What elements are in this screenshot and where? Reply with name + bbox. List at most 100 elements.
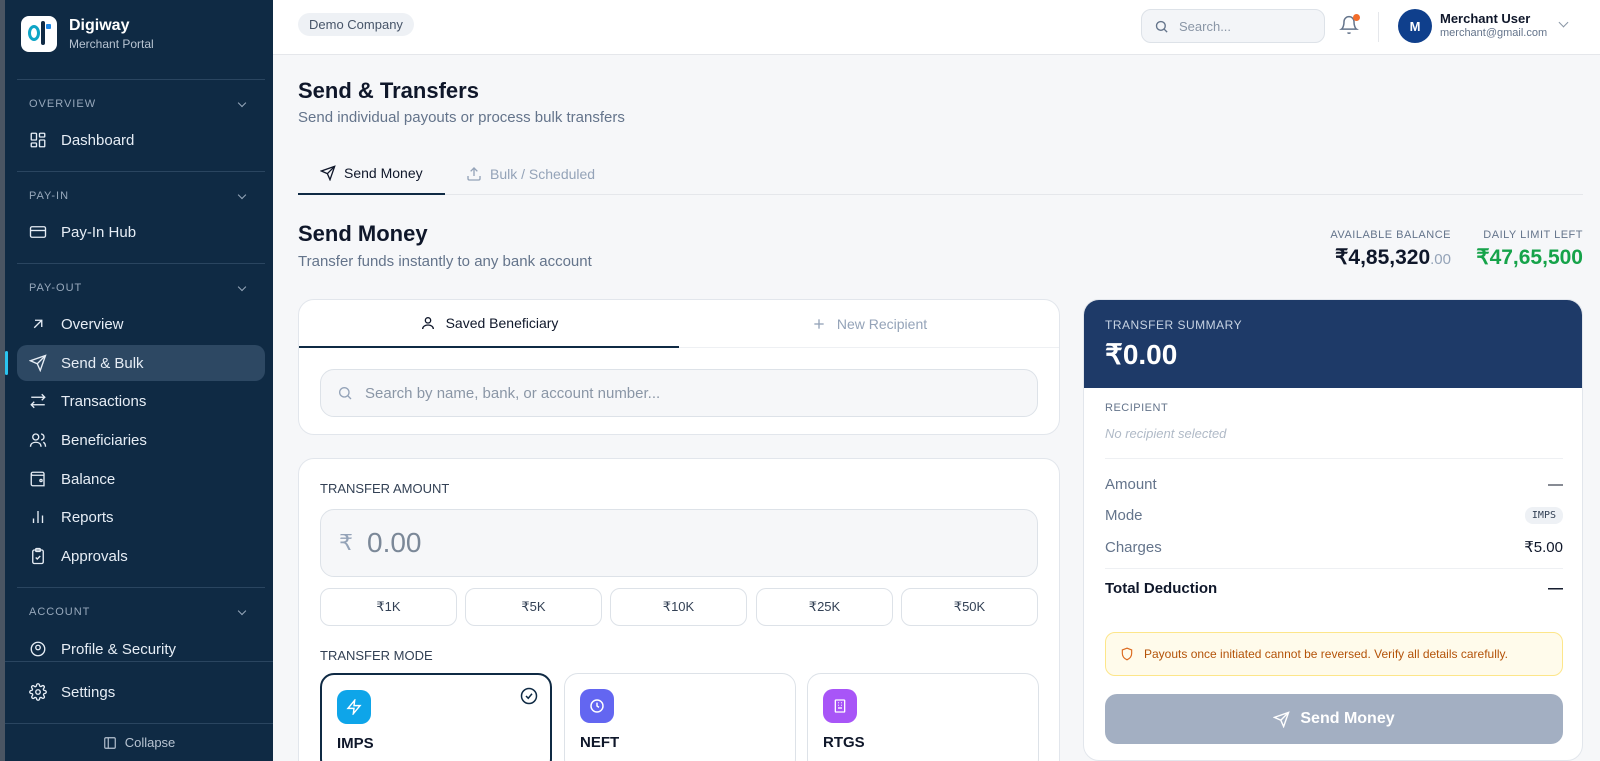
gear-icon <box>29 683 47 701</box>
user-name[interactable]: Merchant User <box>1440 11 1530 26</box>
sidebar-item-reports[interactable]: Reports <box>17 499 265 535</box>
row-label: Amount <box>1105 476 1157 493</box>
sidebar-item-settings[interactable]: Settings <box>17 674 265 710</box>
recipient-value-text: No recipient selected <box>1105 426 1227 441</box>
divider <box>1105 458 1563 459</box>
tab-new-recipient[interactable]: New Recipient <box>679 300 1059 348</box>
chevron-down-icon[interactable] <box>1558 17 1569 28</box>
send-icon <box>320 165 336 181</box>
search-icon <box>339 387 352 400</box>
tab-label: Bulk / Scheduled <box>490 166 596 182</box>
top-bar: Demo Company Search... M Merchant User m… <box>273 0 1600 55</box>
collapse-button[interactable]: Collapse <box>5 723 273 761</box>
mode-option-rtgs[interactable]: RTGS <box>807 673 1039 761</box>
users-icon <box>29 433 47 447</box>
collapse-label: Collapse <box>124 735 176 750</box>
sidebar-item-dashboard[interactable]: Dashboard <box>17 122 265 158</box>
sidebar-item-label: Overview <box>61 315 124 333</box>
sidebar-collapse-icon <box>103 736 116 749</box>
sidebar-item-label: Approvals <box>61 547 128 565</box>
bar-chart-icon <box>32 511 44 523</box>
sidebar-item-beneficiaries[interactable]: Beneficiaries <box>17 422 265 458</box>
quick-amount-button[interactable]: ₹25K <box>756 588 893 626</box>
section-account[interactable]: ACCOUNT <box>29 606 251 618</box>
section-overview[interactable]: OVERVIEW <box>29 98 251 110</box>
tab-send-money[interactable]: Send Money <box>298 153 445 195</box>
sidebar-item-approvals[interactable]: Approvals <box>17 538 265 574</box>
wallet-icon <box>30 471 45 487</box>
send-icon <box>29 354 47 372</box>
row-value: — <box>1548 476 1563 493</box>
mode-name: RTGS <box>823 734 865 751</box>
brand-name: Digiway <box>69 17 130 34</box>
section-pay-in[interactable]: PAY-IN <box>29 190 251 202</box>
row-label: Mode <box>1105 507 1143 524</box>
mode-option-imps[interactable]: IMPS <box>320 673 552 761</box>
summary-total: ₹0.00 <box>1105 339 1178 370</box>
recipient-label: RECIPIENT <box>1105 402 1563 414</box>
grid-icon <box>30 132 46 148</box>
sidebar-item-label: Settings <box>61 683 116 701</box>
search-placeholder: Search... <box>1179 18 1232 34</box>
notification-dot <box>1353 14 1360 21</box>
quick-amount-button[interactable]: ₹1K <box>320 588 457 626</box>
daily-limit-label: DAILY LIMIT LEFT <box>1483 229 1583 241</box>
check-circle-icon <box>520 687 538 705</box>
sidebar-item-label: Pay-In Hub <box>61 223 137 241</box>
chevron-down-icon <box>237 98 247 107</box>
balance-paise: .00 <box>1430 251 1451 268</box>
amount-input[interactable]: ₹ 0.00 <box>320 509 1038 577</box>
send-money-button[interactable]: Send Money <box>1105 694 1563 744</box>
recipient-value: No recipient selected <box>1105 426 1563 441</box>
available-balance-label: AVAILABLE BALANCE <box>1330 229 1451 241</box>
sidebar-item-label: Send & Bulk <box>61 354 144 372</box>
row-label: Charges <box>1105 538 1162 556</box>
summary-row-charges: Charges ₹5.00 <box>1105 538 1563 557</box>
section-pay-out[interactable]: PAY-OUT <box>29 282 251 294</box>
arrow-up-right-icon <box>33 319 43 329</box>
company-badge[interactable]: Demo Company <box>298 13 414 36</box>
section-label: OVERVIEW <box>29 98 97 110</box>
plus-icon <box>814 319 824 329</box>
brand[interactable]: Digiway Merchant Portal <box>21 16 154 52</box>
section-label: PAY-OUT <box>29 282 83 294</box>
available-balance: AVAILABLE BALANCE ₹4,85,320.00 <box>1330 229 1451 270</box>
sidebar-item-label: Profile & Security <box>61 640 177 658</box>
tab-saved-beneficiary[interactable]: Saved Beneficiary <box>299 300 679 348</box>
tab-label: Saved Beneficiary <box>445 315 559 331</box>
sidebar-item-send-bulk[interactable]: Send & Bulk <box>5 345 265 381</box>
sidebar-item-label: Reports <box>61 508 114 526</box>
amount-placeholder: 0.00 <box>367 527 422 558</box>
amount-label: TRANSFER AMOUNT <box>320 481 450 496</box>
tab-label: New Recipient <box>836 316 928 332</box>
rupee-icon: ₹ <box>339 530 353 555</box>
brand-subtitle: Merchant Portal <box>69 37 154 51</box>
sidebar-item-transactions[interactable]: Transactions <box>17 383 265 419</box>
clipboard-check-icon <box>32 547 44 565</box>
chevron-down-icon <box>237 190 247 199</box>
mode-option-neft[interactable]: NEFT <box>564 673 796 761</box>
sidebar: Digiway Merchant Portal OVERVIEW Dashboa… <box>0 0 273 761</box>
sidebar-item-pay-in-hub[interactable]: Pay-In Hub <box>17 214 265 250</box>
user-circle-icon <box>30 641 46 657</box>
irreversible-warning: Payouts once initiated cannot be reverse… <box>1105 632 1563 676</box>
sidebar-item-label: Transactions <box>61 392 147 410</box>
sidebar-item-overview[interactable]: Overview <box>17 306 265 342</box>
summary-row-mode: Mode IMPS <box>1105 507 1563 524</box>
quick-amount-button[interactable]: ₹10K <box>610 588 747 626</box>
available-balance-value: ₹4,85,320.00 <box>1330 245 1451 270</box>
warning-text: Payouts once initiated cannot be reverse… <box>1144 647 1508 661</box>
quick-amount-button[interactable]: ₹5K <box>465 588 602 626</box>
page-tabs: Send Money Bulk / Scheduled <box>298 153 1583 195</box>
avatar[interactable]: M <box>1398 9 1432 43</box>
search-placeholder: Search by name, bank, or account number.… <box>365 384 661 402</box>
lightning-icon <box>337 690 371 724</box>
divider <box>17 79 265 80</box>
tab-bulk-scheduled[interactable]: Bulk / Scheduled <box>466 153 595 195</box>
notifications-button[interactable] <box>1339 14 1361 37</box>
beneficiary-search-input[interactable]: Search by name, bank, or account number.… <box>320 369 1038 417</box>
global-search-input[interactable]: Search... <box>1141 9 1325 43</box>
sidebar-item-balance[interactable]: Balance <box>17 461 265 497</box>
quick-amount-button[interactable]: ₹50K <box>901 588 1038 626</box>
send-button-label: Send Money <box>1300 710 1395 727</box>
